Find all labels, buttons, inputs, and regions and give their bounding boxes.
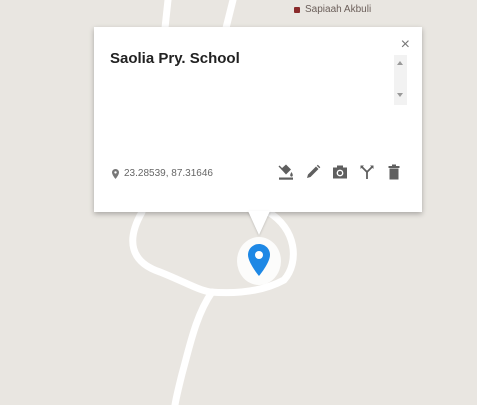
feature-toolbar	[278, 163, 402, 181]
directions-icon[interactable]	[359, 163, 375, 181]
description-scrollbar[interactable]	[394, 55, 407, 105]
camera-icon[interactable]	[332, 163, 348, 181]
poi-label[interactable]: Sapiaah Akbuli	[294, 4, 371, 15]
paint-bucket-icon[interactable]	[278, 163, 294, 181]
place-info-card: Saolia Pry. School × 23.28539, 87.31646	[94, 27, 422, 212]
trash-icon[interactable]	[386, 163, 402, 181]
scroll-down-icon[interactable]	[397, 93, 403, 97]
place-title: Saolia Pry. School	[110, 50, 240, 67]
scroll-up-icon[interactable]	[397, 61, 403, 65]
poi-marker-icon	[294, 6, 300, 13]
location-pin-icon	[112, 168, 119, 179]
map-pin-icon[interactable]	[248, 244, 270, 281]
close-icon[interactable]: ×	[401, 37, 410, 53]
pencil-icon[interactable]	[305, 163, 321, 181]
coordinates-text: 23.28539, 87.31646	[124, 168, 213, 179]
coordinates: 23.28539, 87.31646	[112, 168, 213, 179]
info-card-pointer	[248, 211, 270, 235]
map-canvas[interactable]: Sapiaah Akbuli Saolia Pry. School × 23.2…	[0, 0, 477, 405]
poi-label-text: Sapiaah Akbuli	[305, 4, 372, 15]
